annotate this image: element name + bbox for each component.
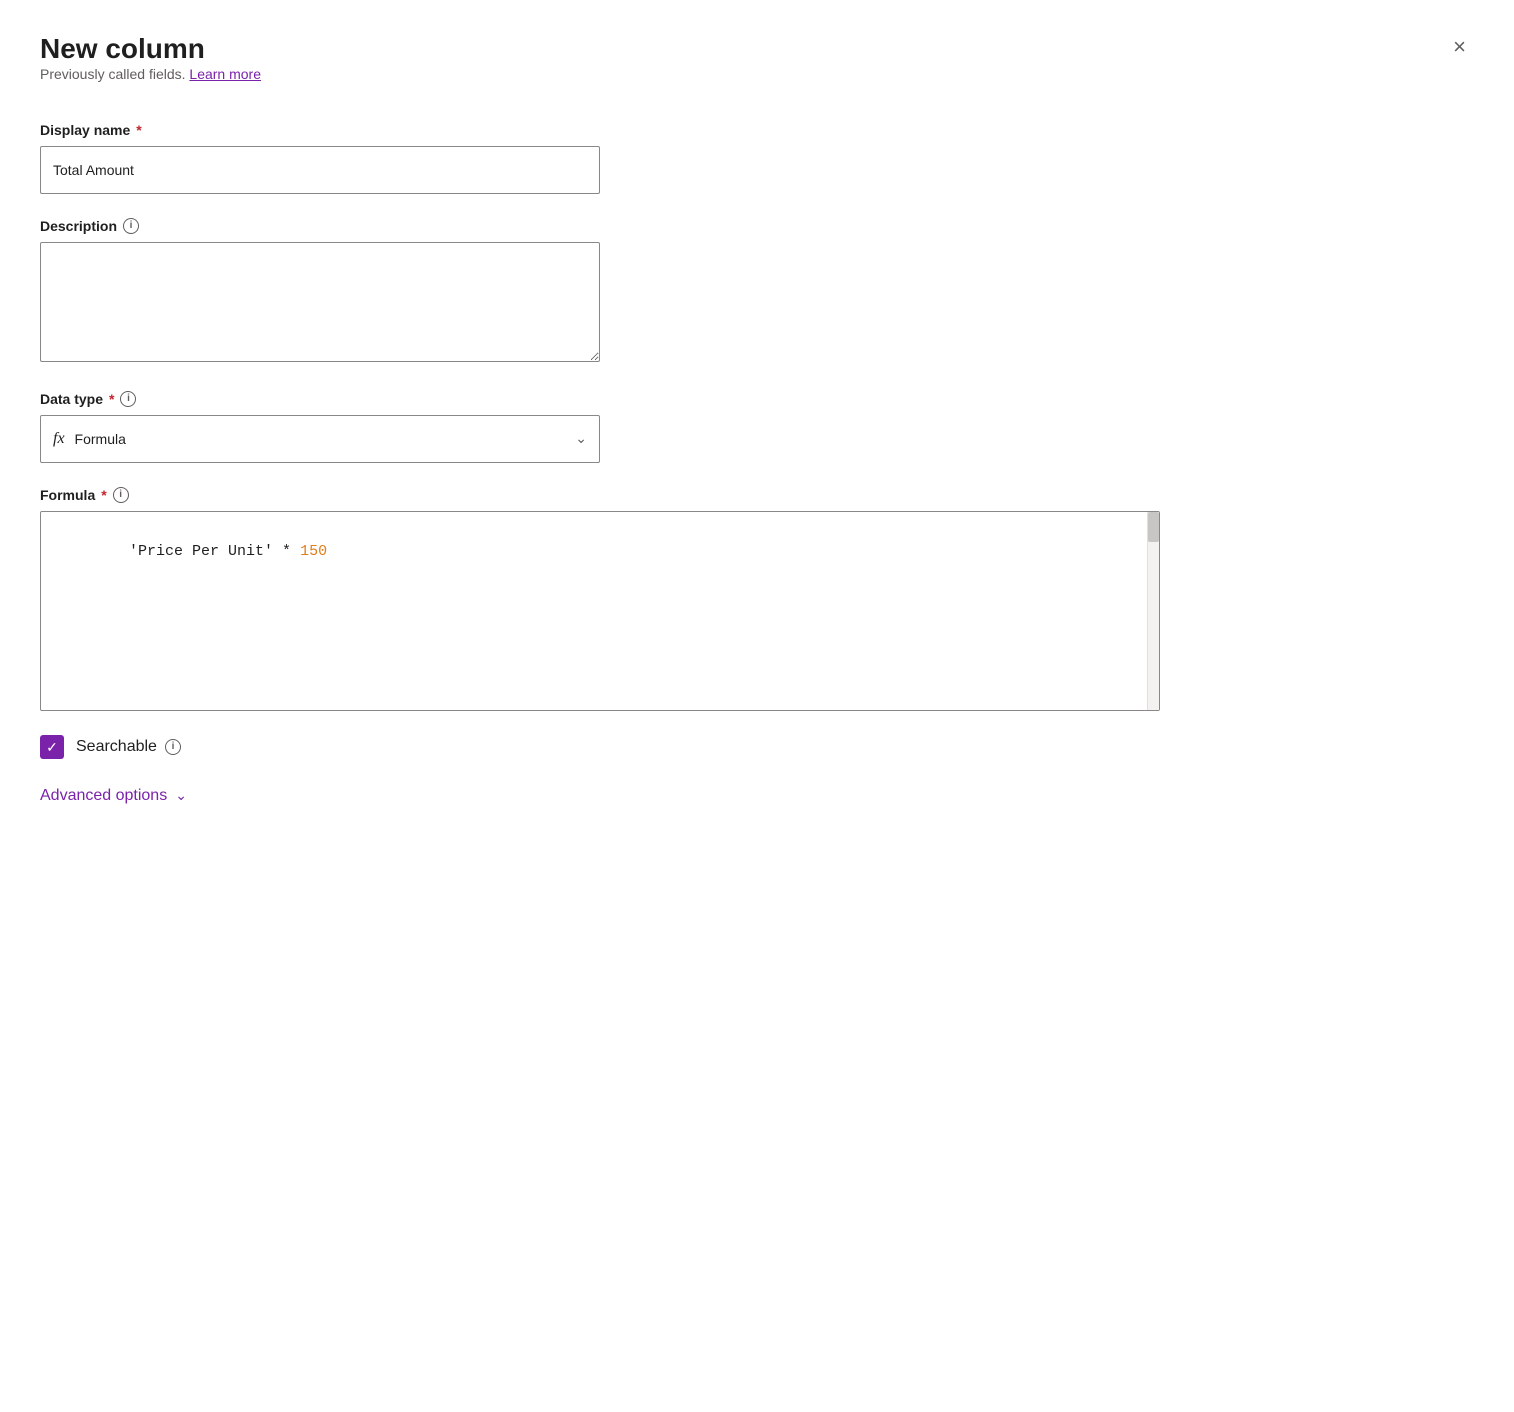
new-column-panel: New column Previously called fields. Lea…: [0, 0, 1514, 1412]
searchable-label: Searchable i: [76, 738, 181, 756]
searchable-label-text: Searchable: [76, 738, 157, 756]
data-type-label-text: Data type: [40, 391, 103, 407]
display-name-label: Display name *: [40, 122, 1474, 138]
description-label: Description i: [40, 218, 1474, 234]
formula-scrollbar-thumb: [1148, 512, 1159, 542]
fx-icon: fx: [53, 430, 65, 448]
formula-section: Formula * i 'Price Per Unit' * 150: [40, 487, 1474, 711]
formula-number-part: 150: [300, 543, 327, 560]
data-type-info-icon[interactable]: i: [120, 391, 136, 407]
display-name-label-text: Display name: [40, 122, 130, 138]
checkbox-check-icon: ✓: [46, 740, 58, 754]
display-name-input[interactable]: [40, 146, 600, 194]
learn-more-link[interactable]: Learn more: [189, 66, 261, 82]
formula-operator-part: *: [273, 543, 300, 560]
advanced-options-chevron-icon: ⌄: [175, 787, 187, 804]
data-type-select[interactable]: fx Formula ⌄: [40, 415, 600, 463]
subtitle-text: Previously called fields.: [40, 66, 186, 82]
data-type-value: Formula: [75, 431, 576, 447]
formula-label: Formula * i: [40, 487, 1474, 503]
formula-label-text: Formula: [40, 487, 95, 503]
searchable-row: ✓ Searchable i: [40, 735, 1474, 759]
display-name-section: Display name *: [40, 122, 1474, 194]
data-type-label: Data type * i: [40, 391, 1474, 407]
description-info-icon[interactable]: i: [123, 218, 139, 234]
panel-title-area: New column Previously called fields. Lea…: [40, 32, 261, 114]
description-section: Description i: [40, 218, 1474, 367]
formula-editor-content[interactable]: 'Price Per Unit' * 150: [41, 512, 1159, 710]
formula-required: *: [101, 487, 106, 503]
advanced-options-label: Advanced options: [40, 787, 167, 805]
data-type-section: Data type * i fx Formula ⌄: [40, 391, 1474, 463]
searchable-checkbox[interactable]: ✓: [40, 735, 64, 759]
data-type-required: *: [109, 391, 114, 407]
description-label-text: Description: [40, 218, 117, 234]
panel-subtitle: Previously called fields. Learn more: [40, 66, 261, 82]
advanced-options-row[interactable]: Advanced options ⌄: [40, 787, 1474, 805]
display-name-required: *: [136, 122, 141, 138]
formula-editor-container[interactable]: 'Price Per Unit' * 150: [40, 511, 1160, 711]
searchable-info-icon[interactable]: i: [165, 739, 181, 755]
panel-header: New column Previously called fields. Lea…: [40, 32, 1474, 114]
formula-string-part: 'Price Per Unit': [129, 543, 273, 560]
formula-scrollbar[interactable]: [1147, 512, 1159, 710]
description-input[interactable]: [40, 242, 600, 362]
data-type-chevron-icon: ⌄: [575, 430, 587, 447]
close-button[interactable]: ×: [1445, 32, 1474, 62]
formula-info-icon[interactable]: i: [113, 487, 129, 503]
panel-title: New column: [40, 32, 261, 66]
